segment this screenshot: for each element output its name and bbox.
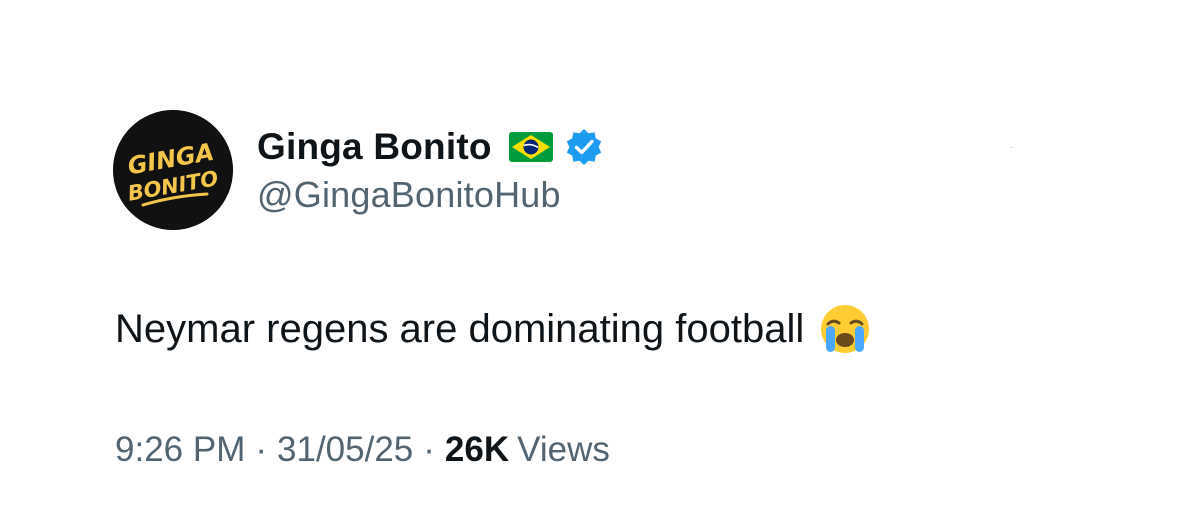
tweet-card: GINGA BONITO Ginga Bonito @GingaBonitoHu… xyxy=(0,0,1179,507)
background-speck xyxy=(1011,147,1012,148)
display-name[interactable]: Ginga Bonito xyxy=(257,126,492,168)
views-label: Views xyxy=(517,430,610,469)
name-row: Ginga Bonito xyxy=(257,122,604,172)
tweet-text: Neymar regens are dominating football xyxy=(115,302,872,356)
author-block: Ginga Bonito @GingaBonitoHub xyxy=(257,122,604,216)
brazil-flag-icon xyxy=(508,130,554,164)
meta-separator: · xyxy=(423,430,435,469)
verified-badge-icon[interactable] xyxy=(564,127,604,167)
tweet-meta: 9:26 PM · 31/05/25 · 26K Views xyxy=(115,428,610,472)
avatar[interactable]: GINGA BONITO xyxy=(113,110,233,230)
views-count[interactable]: 26K xyxy=(445,430,509,469)
meta-separator: · xyxy=(255,430,268,469)
user-handle[interactable]: @GingaBonitoHub xyxy=(257,174,604,216)
loudly-crying-face-icon xyxy=(818,302,872,356)
tweet-body: Neymar regens are dominating football xyxy=(115,307,805,351)
tweet-time[interactable]: 9:26 PM xyxy=(115,430,245,469)
ginga-bonito-logo: GINGA BONITO xyxy=(113,110,233,230)
tweet-date[interactable]: 31/05/25 xyxy=(277,430,413,469)
